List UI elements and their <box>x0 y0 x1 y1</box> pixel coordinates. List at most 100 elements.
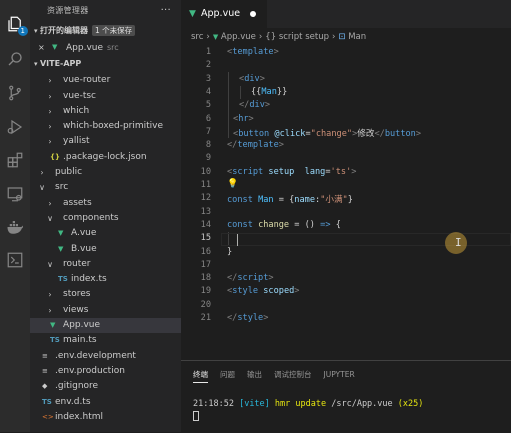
folder-item[interactable]: › which-boxed-primitive <box>30 119 181 134</box>
open-editors-label: 打开的编辑器 <box>39 26 88 35</box>
code-line: {{Man}} <box>251 87 287 97</box>
tree-item-label: which-boxed-primitive <box>63 121 164 132</box>
folder-item[interactable]: › views <box>30 303 181 318</box>
code-token: "change" <box>310 128 353 139</box>
activity-bar: 1 <box>0 0 30 432</box>
breadcrumb-item[interactable]: Man <box>348 32 366 42</box>
env-file-icon: ≡ <box>42 351 48 360</box>
panel-tab[interactable]: 输出 <box>247 369 262 380</box>
open-editors-header[interactable]: ▾ 打开的编辑器 1 个未保存 <box>30 22 181 40</box>
code-token: = () <box>289 219 321 230</box>
vue-file-icon: ▼ <box>58 244 64 253</box>
line-number: 19 <box>200 286 211 297</box>
panel-tab[interactable]: 问题 <box>220 369 235 380</box>
breadcrumb-item[interactable]: {} script setup <box>265 32 329 42</box>
bottom-panel: 终端 问题 输出 调试控制台 JUPYTER 21:18:52 [vite] hmr u… <box>181 360 511 433</box>
file-item[interactable]: TS index.ts <box>30 272 181 287</box>
folder-item[interactable]: › vue-tsc <box>30 89 181 104</box>
indent-guide <box>240 86 241 99</box>
line-number: 12 <box>200 193 211 204</box>
file-item[interactable]: {} .package-lock.json <box>30 150 181 165</box>
code-token: </ <box>374 128 385 139</box>
vue-file-icon: ▼ <box>50 321 56 330</box>
file-item[interactable]: ≡ .env.development <box>30 349 181 364</box>
tree-item-label: stores <box>63 289 91 300</box>
lightbulb-icon[interactable]: 💡 <box>227 179 238 189</box>
docker-icon[interactable] <box>5 217 25 237</box>
tab-label: App.vue <box>201 8 241 19</box>
code-token: lang <box>304 166 326 177</box>
extensions-icon[interactable] <box>5 150 25 170</box>
term-time: 21:18:52 <box>193 399 234 409</box>
file-item[interactable]: <> index.html <box>30 410 181 425</box>
breadcrumb-item[interactable]: src <box>191 32 203 42</box>
explorer-icon[interactable]: 1 <box>5 14 28 36</box>
git-file-icon: ◆ <box>42 382 48 391</box>
tree-item-label: src <box>55 182 69 193</box>
breadcrumb-item[interactable]: App.vue <box>221 32 256 42</box>
more-actions-icon[interactable]: ··· <box>161 0 171 22</box>
panel-tab[interactable]: 调试控制台 <box>274 369 312 380</box>
project-header[interactable]: ▾ VITE-APP <box>30 55 181 73</box>
terminal-icon[interactable] <box>5 250 25 270</box>
line-number: 16 <box>200 246 211 257</box>
tree-item-label: .env.production <box>55 365 125 376</box>
panel-tabs: 终端 问题 输出 调试控制台 JUPYTER <box>193 369 367 383</box>
panel-tab[interactable]: 终端 <box>193 369 208 383</box>
folder-item[interactable]: › vue-router <box>30 73 181 88</box>
folder-item[interactable]: › yallist <box>30 134 181 149</box>
line-number: 11 <box>200 180 211 190</box>
folder-item[interactable]: ∨ src <box>30 180 181 195</box>
code-token: scoped <box>263 286 295 297</box>
code-token: const <box>227 195 253 206</box>
folder-item[interactable]: › stores <box>30 287 181 302</box>
file-item[interactable]: TS main.ts <box>30 333 181 348</box>
search-icon[interactable] <box>5 49 25 69</box>
tree-item-label: main.ts <box>63 335 97 346</box>
explorer-badge: 1 <box>17 26 28 36</box>
line-number: 3 <box>205 73 211 84</box>
run-debug-icon[interactable] <box>5 117 25 137</box>
tree-item-label: .package-lock.json <box>63 151 147 162</box>
folder-item[interactable]: › public <box>30 165 181 180</box>
folder-item[interactable]: ∨ router <box>30 257 181 272</box>
file-item[interactable]: TS env.d.ts <box>30 395 181 410</box>
terminal-cursor <box>193 411 199 421</box>
line-number: 18 <box>200 273 211 284</box>
code-token: } <box>347 195 353 206</box>
vue-file-icon: ▼ <box>58 229 64 238</box>
file-item[interactable]: ▼ App.vue <box>30 318 181 334</box>
current-line-highlight <box>221 233 511 247</box>
folder-item[interactable]: › which <box>30 104 181 119</box>
code-token: }} <box>276 86 288 97</box>
code-token: > <box>268 273 274 284</box>
code-token: > <box>248 113 254 124</box>
unsaved-dot-icon[interactable] <box>250 11 256 17</box>
chevron-right-icon: › <box>48 106 52 116</box>
file-item[interactable]: ▼ A.vue <box>30 226 181 241</box>
tab-app-vue[interactable]: ▼ App.vue <box>181 0 267 29</box>
tree-item-label: vue-router <box>63 75 111 86</box>
code-token: hr <box>238 113 249 124</box>
line-number: 8 <box>205 140 211 151</box>
code-token: "小满" <box>320 195 348 206</box>
folder-item[interactable]: ∨ components <box>30 211 181 226</box>
panel-tab[interactable]: JUPYTER <box>324 370 355 379</box>
open-editor-item[interactable]: × ▼ App.vue src <box>30 40 181 55</box>
close-icon[interactable]: × <box>38 40 45 55</box>
file-item[interactable]: ▼ B.vue <box>30 242 181 257</box>
file-item[interactable]: ≡ .env.production <box>30 364 181 379</box>
vue-file-icon: ▼ <box>212 33 219 41</box>
code-token: > <box>259 73 265 84</box>
source-control-icon[interactable] <box>5 83 25 103</box>
remote-explorer-icon[interactable] <box>5 184 25 204</box>
text-caret <box>237 234 238 247</box>
folder-item[interactable]: › assets <box>30 196 181 211</box>
tree-item-label: vue-tsc <box>63 90 96 101</box>
terminal-output[interactable]: 21:18:52 [vite] hmr update /src/App.vue … <box>193 399 423 409</box>
code-editor[interactable]: 1 <template> 2 3 <div> 4 {{Man}} 5 </div> 6 <hr> 7 <… <box>181 46 511 346</box>
code-token: </ <box>227 313 238 323</box>
tree-item-label: env.d.ts <box>55 396 91 407</box>
file-item[interactable]: ◆ .gitignore <box>30 379 181 394</box>
